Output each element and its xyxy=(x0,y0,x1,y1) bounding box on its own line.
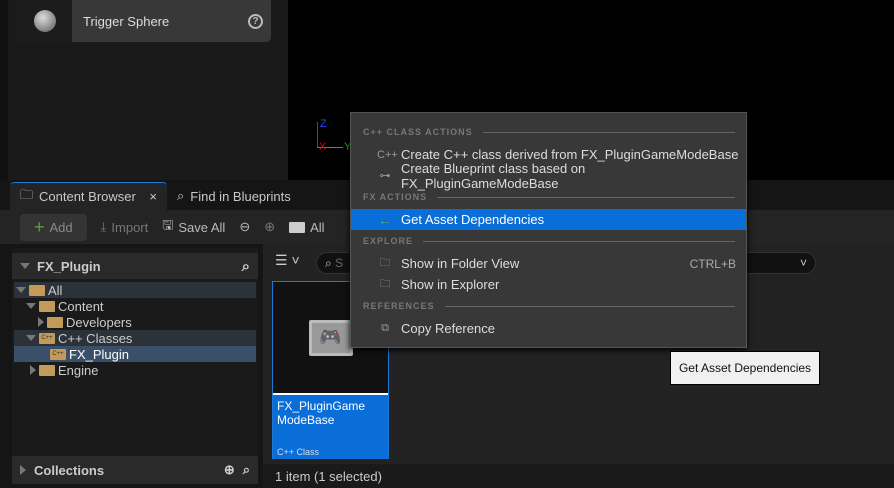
tab-label: Content Browser xyxy=(39,189,136,204)
section-explore: EXPLORE xyxy=(363,236,735,246)
tab-label: Find in Blueprints xyxy=(190,188,291,204)
menu-label: Show in Folder View xyxy=(401,256,520,271)
back-button[interactable]: ⊖ xyxy=(239,219,250,235)
menu-item-copy-reference[interactable]: ⧉ Copy Reference xyxy=(351,318,746,339)
search-icon[interactable]: ⌕ xyxy=(242,258,250,275)
menu-item-create-blueprint-class[interactable]: ⊶ Create Blueprint class based on FX_Plug… xyxy=(351,161,746,191)
sphere-icon xyxy=(17,0,72,42)
save-all-button[interactable]: 🖫 Save All xyxy=(162,216,225,238)
collapsed-icon xyxy=(20,465,26,475)
plus-icon: + xyxy=(34,216,45,237)
chevron-down-icon[interactable]: ˅ xyxy=(800,256,807,270)
filter-button[interactable]: ☰ ˅ xyxy=(275,252,300,269)
section-fx-actions: FX ACTIONS xyxy=(363,192,735,202)
help-icon[interactable]: ? xyxy=(248,13,263,29)
tree-item-developers[interactable]: Developers xyxy=(14,314,256,330)
cpp-icon: C++ xyxy=(377,148,398,161)
sources-header[interactable]: FX_Plugin ⌕ xyxy=(12,253,258,279)
menu-label: Create Blueprint class based on FX_Plugi… xyxy=(400,160,586,191)
tree-item-all[interactable]: All xyxy=(14,282,256,298)
folder-search-icon: 🗀 xyxy=(379,257,391,269)
find-icon: ⌕ xyxy=(177,188,185,203)
forward-button[interactable]: ⊕ xyxy=(264,219,275,235)
axis-z-line xyxy=(317,122,318,148)
folder-icon xyxy=(39,364,55,376)
expand-icon xyxy=(26,303,36,309)
import-label: Import xyxy=(111,219,149,235)
collections-header[interactable]: Collections ⊕ ⌕ xyxy=(12,456,258,484)
folder-icon xyxy=(39,300,55,312)
search-icon[interactable]: ⌕ xyxy=(243,462,250,478)
forward-icon: ⊕ xyxy=(264,219,276,234)
folder-search-icon: 🗀 xyxy=(379,278,391,290)
status-bar: 1 item (1 selected) xyxy=(263,464,894,488)
add-button[interactable]: + Add xyxy=(20,213,87,241)
developer-folder-icon xyxy=(47,316,63,328)
tree-label: FX_Plugin xyxy=(69,346,129,362)
tree-item-content[interactable]: Content xyxy=(14,298,256,314)
collapse-icon xyxy=(20,263,30,269)
search-icon: ⌕ xyxy=(325,255,336,270)
tree-label: Developers xyxy=(66,314,132,330)
back-icon: ⊖ xyxy=(239,219,251,234)
copy-icon: ⧉ xyxy=(381,322,389,334)
section-cpp-class-actions: C++ CLASS ACTIONS xyxy=(363,127,735,137)
collections-label: Collections xyxy=(34,462,105,478)
add-collection-icon[interactable]: ⊕ xyxy=(224,462,235,478)
menu-item-show-in-folder-view[interactable]: 🗀 Show in Folder View CTRL+B xyxy=(351,253,746,274)
menu-item-show-in-explorer[interactable]: 🗀 Show in Explorer xyxy=(351,274,746,295)
trigger-sphere-item[interactable]: Trigger Sphere ? xyxy=(17,0,271,42)
section-references: REFERENCES xyxy=(363,301,735,311)
collapsed-icon xyxy=(38,317,44,327)
content-browser-icon: 🗀 xyxy=(20,186,34,202)
folder-icon xyxy=(289,221,306,233)
menu-label: Get Asset Dependencies xyxy=(401,212,545,227)
path-label: All xyxy=(310,219,325,235)
folder-icon xyxy=(29,284,45,296)
arrow-left-icon: ← xyxy=(378,211,392,228)
tree-label: Engine xyxy=(58,362,99,378)
import-icon: ⤓ xyxy=(100,219,107,234)
import-button[interactable]: ⤓ Import xyxy=(101,219,149,235)
menu-label: Show in Explorer xyxy=(401,277,500,292)
asset-type: C++ Class xyxy=(277,447,320,457)
card-label: Trigger Sphere xyxy=(83,13,170,29)
tab-content-browser[interactable]: 🗀 Content Browser × xyxy=(10,182,167,210)
blueprint-icon: ⊶ xyxy=(379,170,391,182)
close-tab-icon[interactable]: × xyxy=(149,189,157,204)
sources-title: FX_Plugin xyxy=(37,258,101,274)
cpp-folder-icon: C++ xyxy=(39,332,55,344)
expand-icon xyxy=(26,335,36,341)
menu-label: Copy Reference xyxy=(401,321,495,336)
tree-item-fx-plugin[interactable]: C++ FX_Plugin xyxy=(14,346,256,362)
search-placeholder: S xyxy=(335,255,344,270)
tooltip: Get Asset Dependencies xyxy=(670,351,820,385)
axis-x-label: X xyxy=(319,141,327,153)
context-menu: C++ CLASS ACTIONS C++ Create C++ class de… xyxy=(350,112,747,348)
tree-label: Content xyxy=(58,298,104,314)
save-all-label: Save All xyxy=(178,219,226,235)
save-icon: 🖫 xyxy=(162,217,174,232)
menu-item-get-asset-dependencies[interactable]: ← Get Asset Dependencies xyxy=(351,209,746,230)
tree-item-engine[interactable]: Engine xyxy=(14,362,256,378)
path-breadcrumb[interactable]: All xyxy=(289,219,325,235)
tab-find-in-blueprints[interactable]: ⌕ Find in Blueprints xyxy=(167,182,301,210)
axis-z-label: Z xyxy=(320,118,327,130)
expand-icon xyxy=(16,287,26,293)
cpp-folder-icon: C++ xyxy=(50,348,66,360)
asset-name: FX_PluginGame ModeBase xyxy=(277,399,366,427)
tree-label: C++ Classes xyxy=(58,330,133,346)
shortcut: CTRL+B xyxy=(689,256,736,271)
tree-label: All xyxy=(48,282,63,298)
tree-item-cpp-classes[interactable]: C++ C++ Classes xyxy=(14,330,256,346)
collapsed-icon xyxy=(30,365,36,375)
add-label: Add xyxy=(49,219,73,235)
